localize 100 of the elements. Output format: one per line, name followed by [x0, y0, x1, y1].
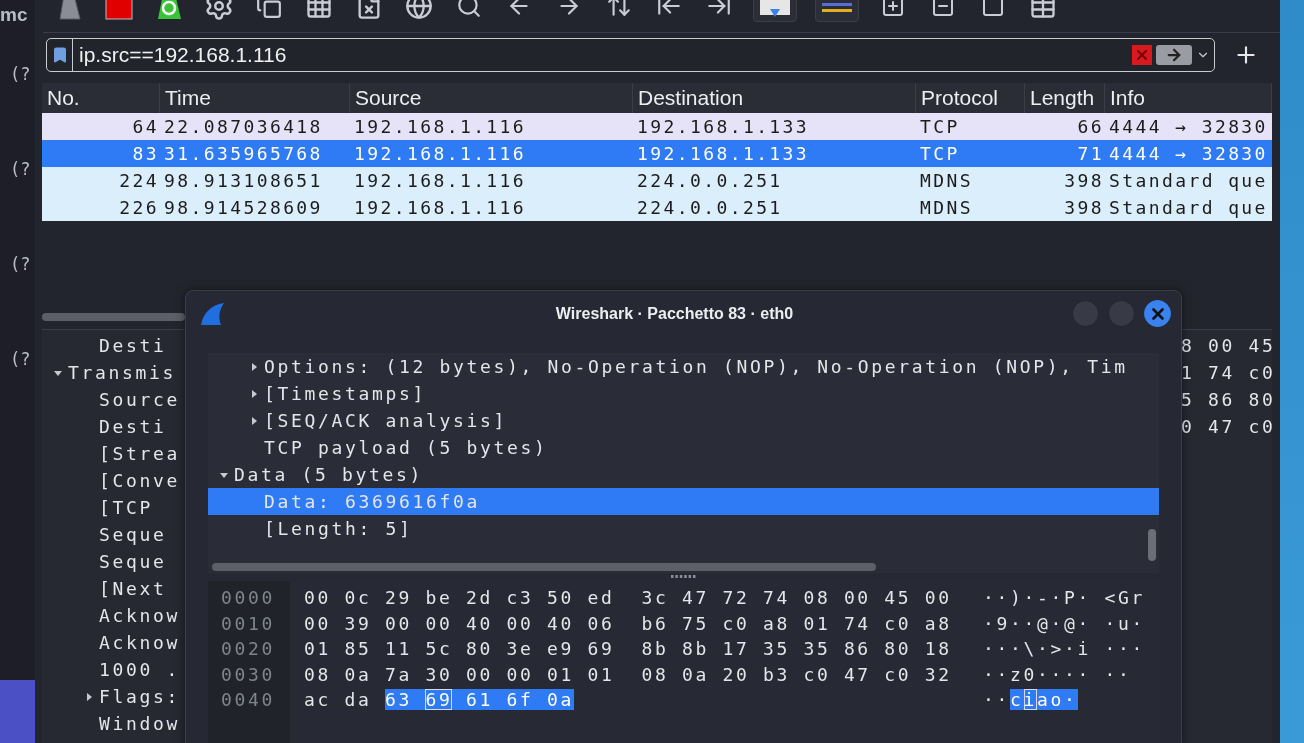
offset-text: 0030: [220, 663, 275, 685]
packet-row[interactable]: 226 98.914528609 192.168.1.116 224.0.0.251 MDNS 398 Standard que: [42, 194, 1272, 221]
table-cell-text: TCP: [919, 142, 961, 166]
ascii-text: c: [1010, 689, 1024, 711]
table-cell-text: 22.087036418: [163, 115, 324, 139]
table-cell-text: 31.635965768: [163, 142, 324, 166]
hex-bytes: 63: [385, 689, 426, 711]
apply-button[interactable]: [1156, 45, 1192, 65]
tree-text: Window: [99, 713, 180, 734]
table-cell-text: 398: [1063, 169, 1105, 193]
tree-text: Options: (12 bytes), No-Operation (NOP), No-Operation (NOP), Tim: [264, 356, 1128, 377]
table-cell-text: Standard que: [1108, 169, 1269, 193]
tree-text: Data (5 bytes): [234, 464, 423, 485]
tree-row[interactable]: Acknow: [42, 629, 185, 656]
hex-bytes: 69: [425, 689, 453, 711]
tree-row[interactable]: [Conve: [42, 467, 185, 494]
ascii-text: ··z0···· ··: [983, 663, 1132, 685]
hex-bytes: 08 0a 7a 30 00 00 01 01 08 0a 20 b3 c0 47 c0 32: [304, 663, 952, 685]
table-cell-text: 398: [1063, 196, 1105, 220]
table-cell-text: 224.0.0.251: [636, 169, 784, 193]
tree-text: [Timestamps]: [264, 383, 426, 404]
background-text: (?: [9, 64, 32, 86]
tree-row[interactable]: Seque: [42, 548, 185, 575]
filter-field[interactable]: ip.src==192.168.1.116: [46, 38, 1215, 72]
scrollbar[interactable]: [212, 563, 876, 571]
scrollbar[interactable]: [42, 313, 185, 321]
tree-row[interactable]: Options: (12 bytes), No-Operation (NOP), No-Operation (NOP), Tim: [208, 353, 1159, 380]
table-cell-text: MDNS: [919, 169, 974, 193]
tree-row[interactable]: [Next: [42, 575, 185, 602]
scrollbar[interactable]: [1148, 529, 1156, 561]
tree-text: [TCP: [99, 497, 153, 518]
table-cell-text: 64: [131, 115, 160, 139]
tree-text: [Strea: [99, 443, 180, 464]
offset-text: 0010: [220, 612, 275, 634]
table-cell-text: 71: [1076, 142, 1105, 166]
ascii-text: ···\·>·i ···: [983, 638, 1145, 660]
tree-text: [SEQ/ACK analysis]: [264, 410, 507, 431]
table-cell-text: 192.168.1.133: [636, 142, 811, 166]
tree-row[interactable]: [Length: 5]: [208, 515, 1159, 542]
ascii-text: ·9··@·@· ·u·: [983, 612, 1145, 634]
tree-row[interactable]: Source: [42, 386, 185, 413]
table-cell-text: 98.913108651: [163, 169, 324, 193]
tree-row[interactable]: Acknow: [42, 602, 185, 629]
tree-row[interactable]: Window: [42, 710, 185, 737]
background-text: (?: [9, 159, 32, 181]
tree-row[interactable]: Seque: [42, 521, 185, 548]
packet-row[interactable]: 224 98.913108651 192.168.1.116 224.0.0.251 MDNS 398 Standard que: [42, 167, 1272, 194]
table-cell-text: 224.0.0.251: [636, 196, 784, 220]
tree-row[interactable]: Desti: [42, 332, 185, 359]
arrow-right-icon[interactable]: [1165, 46, 1183, 64]
hex-text: 1 74 c0: [1181, 361, 1272, 385]
collapsed-arrow-icon[interactable]: [84, 691, 94, 702]
hex-bytes: ac da: [304, 689, 373, 711]
tree-row[interactable]: [SEQ/ACK analysis]: [208, 407, 1159, 434]
hex-text: 0 47 c0: [1181, 415, 1272, 439]
tree-text: Acknow: [99, 605, 180, 626]
tree-text: Desti: [99, 335, 167, 356]
tree-row[interactable]: [TCP: [42, 494, 185, 521]
offset-text: 0000: [220, 587, 275, 609]
table-cell-text: 224: [118, 169, 160, 193]
grip-icon[interactable]: [670, 575, 697, 579]
tree-text: Acknow: [99, 632, 180, 653]
tree-row[interactable]: TCP payload (5 bytes): [208, 434, 1159, 461]
table-cell-text: 4444 → 32830: [1108, 142, 1269, 166]
tree-text: [Conve: [99, 470, 180, 491]
table-cell-text: 66: [1076, 115, 1105, 139]
tree-row[interactable]: [Strea: [42, 440, 185, 467]
background-text: (?: [9, 349, 32, 371]
packet-row[interactable]: 83 31.635965768 192.168.1.116 192.168.1.133 TCP 71 4444 → 32830: [42, 140, 1272, 167]
table-cell-text: 192.168.1.116: [353, 196, 528, 220]
tree-row[interactable]: Transmis: [42, 359, 185, 386]
table-cell-text: 98.914528609: [163, 196, 324, 220]
hex-text: 5 86 80: [1181, 388, 1272, 412]
hex-bytes: 01 85 11 5c 80 3e e9 69 8b 8b 17 35 35 86 80 18: [304, 638, 952, 660]
packet-row[interactable]: 64 22.087036418 192.168.1.116 192.168.1.133 TCP 66 4444 → 32830: [42, 113, 1272, 140]
table-cell-text: 192.168.1.133: [636, 115, 811, 139]
fin-icon: [200, 301, 226, 326]
collapsed-arrow-icon[interactable]: [249, 361, 259, 372]
tree-text: Source: [99, 389, 180, 410]
hex-text: 8 00 45: [1181, 334, 1272, 358]
tree-text: Desti: [99, 416, 167, 437]
background-text: (?: [9, 254, 32, 276]
table-cell-text: Standard que: [1108, 196, 1269, 220]
table-cell-text: 192.168.1.116: [353, 142, 528, 166]
table-cell-text: 83: [131, 142, 160, 166]
background-text: mc: [0, 4, 29, 27]
desktop-panel: [0, 680, 35, 743]
table-cell-text: TCP: [919, 115, 961, 139]
collapsed-arrow-icon[interactable]: [249, 388, 259, 399]
tree-text: [Length: 5]: [264, 518, 413, 539]
tree-text: TCP payload (5 bytes): [264, 437, 548, 458]
tree-row[interactable]: [Timestamps]: [208, 380, 1159, 407]
tree-row[interactable]: 1000 .: [42, 656, 185, 683]
tree-row[interactable]: Desti: [42, 413, 185, 440]
tree-row[interactable]: Data (5 bytes): [208, 461, 1159, 488]
tree-text: Seque: [99, 524, 167, 545]
collapsed-arrow-icon[interactable]: [249, 415, 259, 426]
hex-bytes: 00 39 00 00 40 00 40 06 b6 75 c0 a8 01 74 c0 a8: [304, 612, 952, 634]
tree-row[interactable]: Flags:: [42, 683, 185, 710]
tree-text: 1000 .: [99, 659, 180, 680]
